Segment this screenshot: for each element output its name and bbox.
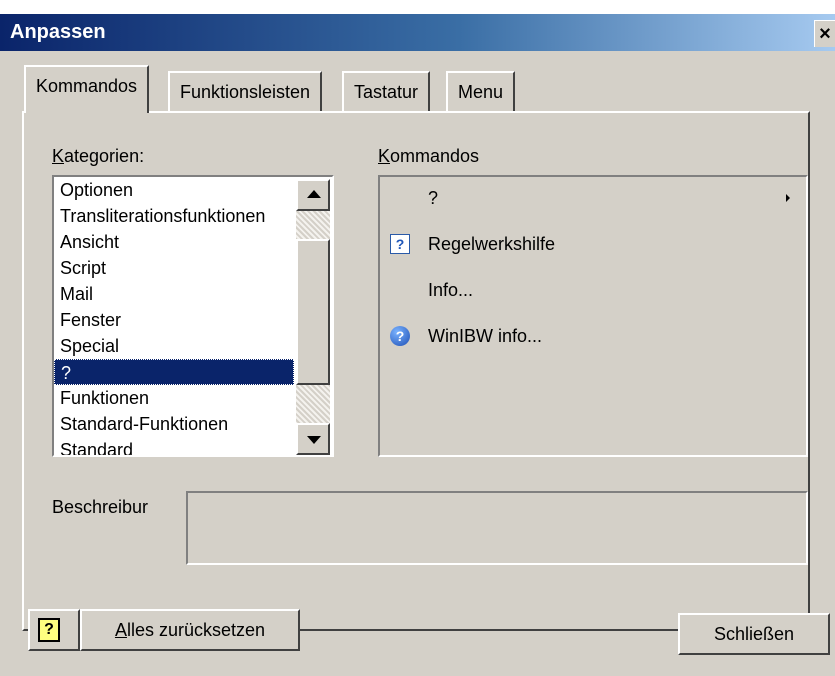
command-item-info[interactable]: Info... [380,275,800,305]
submenu-arrow-icon [786,194,790,202]
close-button[interactable]: Schließen [678,613,830,655]
list-item[interactable]: Mail [54,281,294,307]
arrow-up-icon [307,190,321,198]
tab-tastatur[interactable]: Tastatur [342,71,431,111]
command-item-regelwerkshilfe[interactable]: ? Regelwerkshilfe [380,229,800,259]
tab-label: Tastatur [354,82,419,102]
list-item[interactable]: Standard-Funktionen [54,411,294,437]
window-title: Anpassen [10,21,106,43]
command-label: ? [428,188,439,208]
list-item[interactable]: Special [54,333,294,359]
command-item-winibw-info[interactable]: ? WinIBW info... [380,321,800,351]
categories-label: Kategorien: [52,146,145,166]
scroll-down-button[interactable] [296,423,330,455]
reset-all-button[interactable]: Alles zurücksetzen [80,609,300,651]
command-item-submenu[interactable]: ? [380,183,800,213]
tab-label: Menu [458,82,504,102]
dialog-body: Kommandos Funktionsleisten Tastatur Menu… [0,51,835,676]
list-item[interactable]: Script [54,255,294,281]
list-item[interactable]: Transliterationsfunktionen [54,203,294,229]
scroll-thumb[interactable] [296,239,330,385]
categories-scrollbar[interactable] [296,179,330,455]
list-item[interactable]: Standard [54,437,294,455]
list-item[interactable]: Funktionen [54,385,294,411]
description-field [186,491,808,565]
tab-funktionsleisten[interactable]: Funktionsleisten [168,71,323,111]
tab-label: Kommandos [36,76,138,96]
list-item[interactable]: Optionen [54,177,294,203]
scroll-up-button[interactable] [296,179,330,211]
customize-dialog: Anpassen × Kommandos Funktionsleisten Ta… [0,0,835,676]
description-label: Beschreibur [52,497,149,517]
tab-kommandos[interactable]: Kommandos [24,65,150,113]
title-bar[interactable]: Anpassen × [0,14,835,51]
list-item[interactable]: Ansicht [54,229,294,255]
reset-all-label: Alles zurücksetzen [114,620,266,640]
command-label: Regelwerkshilfe [428,234,556,254]
categories-list: Optionen Transliterationsfunktionen Ansi… [54,177,294,455]
command-label: Info... [428,280,474,300]
commands-list[interactable]: ? ? Regelwerkshilfe Info... ? WinIBW inf… [378,175,808,457]
arrow-down-icon [307,436,321,444]
command-label: WinIBW info... [428,326,543,346]
commands-label: Kommandos [378,146,480,166]
help-icon: ? [38,618,60,642]
help-icon: ? [390,234,410,254]
list-item[interactable]: Fenster [54,307,294,333]
info-icon: ? [390,326,410,346]
close-button-label: Schließen [713,624,795,644]
categories-listbox[interactable]: Optionen Transliterationsfunktionen Ansi… [52,175,334,457]
list-item-selected[interactable]: ? [54,359,294,385]
close-icon[interactable]: × [814,20,835,47]
help-button[interactable]: ? [28,609,80,651]
tab-menu[interactable]: Menu [446,71,516,111]
tab-label: Funktionsleisten [180,82,311,102]
